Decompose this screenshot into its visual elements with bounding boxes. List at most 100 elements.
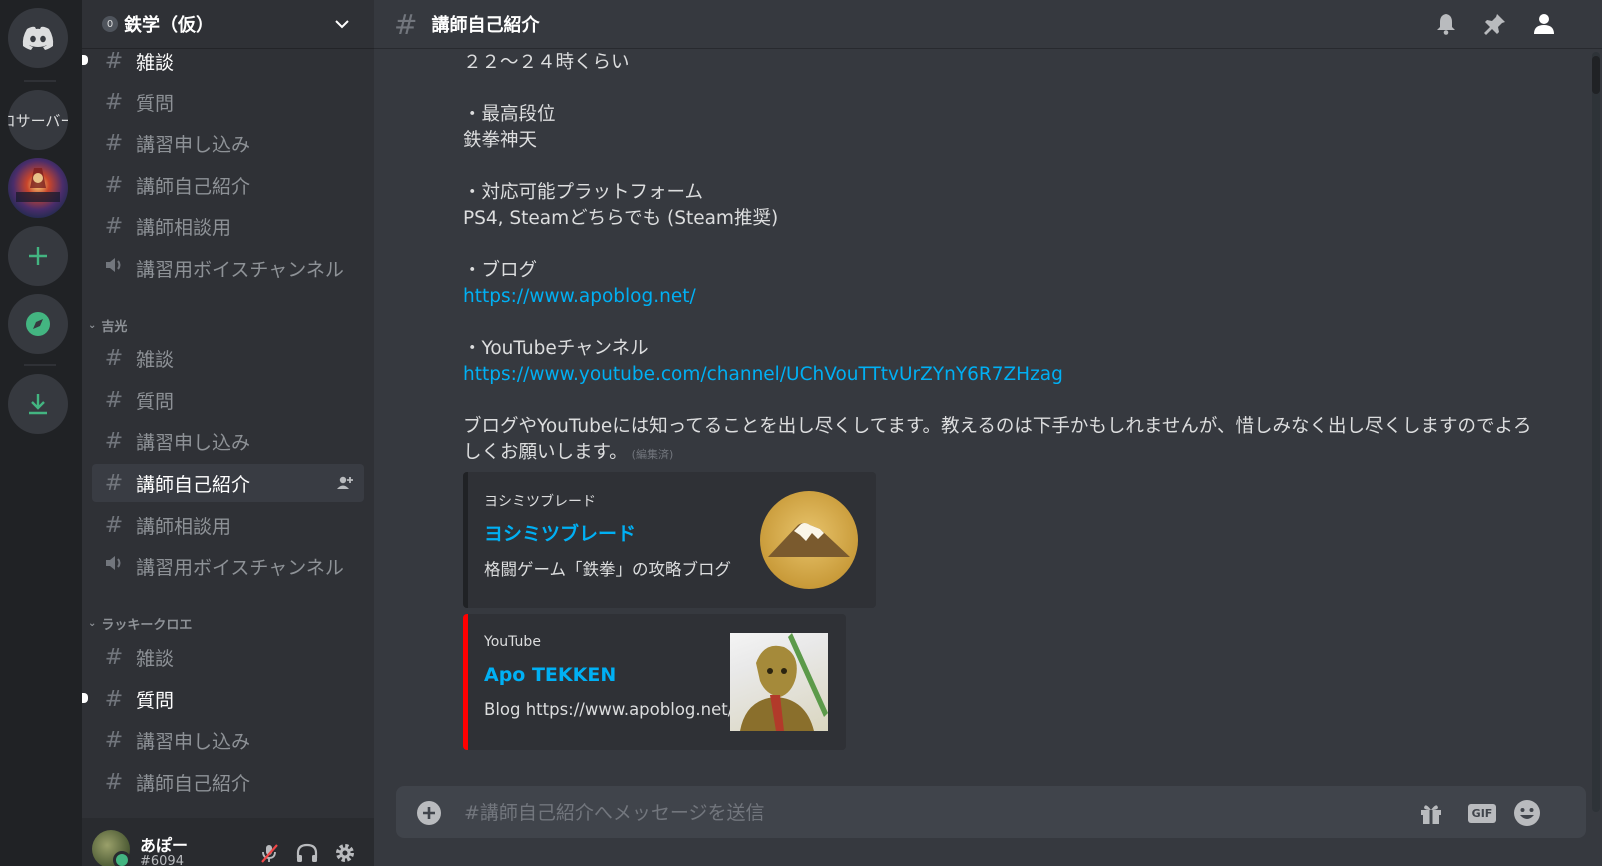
youtube-link[interactable]: https://www.youtube.com/channel/UChVouTT… <box>463 364 1063 385</box>
category-header[interactable]: ⌄ 吉光 <box>88 314 127 336</box>
online-status-dot <box>113 851 131 866</box>
channel-item[interactable]: # 講習申し込み <box>92 124 364 162</box>
add-member-icon[interactable] <box>336 474 354 492</box>
bell-icon <box>1437 14 1455 35</box>
channel-item[interactable]: # 雑談 <box>82 48 364 80</box>
embed-title[interactable]: Apo TEKKEN <box>484 664 616 686</box>
channel-label: 講師相談用 <box>136 216 232 239</box>
emoji-smile-icon <box>1514 800 1540 826</box>
channel-label: 講習用ボイスチャンネル <box>136 258 344 281</box>
download-apps-button[interactable] <box>8 374 68 434</box>
embed-title[interactable]: ヨシミツブレード <box>484 519 636 546</box>
download-icon <box>29 394 47 415</box>
channel-item[interactable]: # 雑談 <box>92 339 364 377</box>
server-icon-tekken[interactable] <box>8 158 68 218</box>
channel-title: 講師自己紹介 <box>431 15 540 36</box>
pin-icon <box>1484 14 1505 35</box>
hash-icon: # <box>104 345 124 371</box>
channel-item[interactable]: # 講師相談用 <box>92 506 364 544</box>
mute-button[interactable] <box>256 840 282 866</box>
message-line: 鉄拳神天 <box>463 130 538 151</box>
message-composer: GIF <box>396 786 1586 838</box>
link-embed-blog: ヨシミツブレード ヨシミツブレード 格闘ゲーム「鉄拳」の攻略ブログ <box>463 472 876 608</box>
channel-item[interactable]: # 雑談 <box>92 638 364 676</box>
server-icon-text[interactable]: ロサーバー <box>8 90 68 150</box>
member-list-button[interactable] <box>1530 10 1558 38</box>
discord-home-button[interactable] <box>8 8 68 68</box>
emoji-button[interactable] <box>1512 798 1542 828</box>
message-line: ２２～２４時くらい <box>463 52 630 73</box>
message-scrollbar-thumb[interactable] <box>1592 56 1600 94</box>
message-line: PS4, Steamどちらでも (Steam推奨) <box>463 208 779 229</box>
headphones-icon <box>296 843 318 862</box>
channel-item[interactable]: # 講習申し込み <box>92 422 364 460</box>
embed-thumbnail[interactable] <box>730 633 828 731</box>
explore-servers-button[interactable] <box>8 294 68 354</box>
message-line: ・YouTubeチャンネル <box>463 338 649 359</box>
gif-button[interactable]: GIF <box>1464 798 1500 828</box>
explore-compass-icon <box>26 312 50 336</box>
message-line: ・対応可能プラットフォーム <box>463 182 703 203</box>
message-content: ２２～２４時くらい ・最高段位 鉄拳神天 ・対応可能プラットフォーム PS4, … <box>463 50 1533 468</box>
notification-settings-button[interactable] <box>1432 10 1460 38</box>
gear-icon <box>336 844 354 862</box>
server-rail: ロサーバー <box>0 0 82 866</box>
hash-icon: # <box>104 130 124 156</box>
channel-label: 雑談 <box>136 51 175 74</box>
avatar[interactable] <box>92 830 131 866</box>
add-server-button[interactable] <box>8 226 68 286</box>
category-label: ラッキークロエ <box>101 617 193 633</box>
gif-icon: GIF <box>1467 803 1497 823</box>
hash-icon: # <box>104 89 124 115</box>
embed-provider[interactable]: YouTube <box>484 634 541 650</box>
server-name: 鉄学（仮） <box>124 15 214 36</box>
message-input[interactable] <box>462 798 1386 828</box>
embed-thumbnail[interactable] <box>760 491 858 589</box>
channel-sidebar: 0 鉄学（仮） # 雑談 # 質問 # 講習申し込み # 講師自己紹介 # 講師… <box>82 0 374 866</box>
upload-button[interactable] <box>416 800 442 830</box>
channel-item[interactable]: # 質問 <box>92 83 364 121</box>
members-icon <box>1534 14 1554 34</box>
channel-item[interactable]: # 講習申し込み <box>92 721 364 759</box>
user-settings-button[interactable] <box>332 840 358 866</box>
voice-channel-item[interactable]: 講習用ボイスチャンネル <box>92 547 364 585</box>
hash-icon: # <box>104 172 124 198</box>
chevron-down-icon[interactable] <box>330 12 354 36</box>
message-line: ・ブログ <box>463 260 538 281</box>
deafen-button[interactable] <box>294 840 320 866</box>
channel-label: 質問 <box>136 390 175 413</box>
plus-circle-icon <box>417 801 441 825</box>
edited-marker: (編集済) <box>631 448 674 461</box>
rail-separator <box>24 80 56 82</box>
channel-label: 講師自己紹介 <box>136 772 251 795</box>
hash-icon: # <box>104 428 124 454</box>
channel-label: 講師相談用 <box>136 515 232 538</box>
channel-item-active[interactable]: # 講師自己紹介 <box>92 464 364 502</box>
pinned-messages-button[interactable] <box>1481 10 1509 38</box>
channel-header: # 講師自己紹介 <box>374 0 1602 48</box>
gift-button[interactable] <box>1416 798 1446 828</box>
microphone-muted-icon <box>261 844 278 863</box>
channel-item[interactable]: # 講師相談用 <box>92 207 364 245</box>
channel-item[interactable]: # 講師自己紹介 <box>92 166 364 204</box>
hash-icon: # <box>104 387 124 413</box>
unread-indicator <box>82 693 88 703</box>
discord-home-icon <box>22 26 54 50</box>
channel-item[interactable]: # 講師自己紹介 <box>92 763 364 801</box>
blog-link[interactable]: https://www.apoblog.net/ <box>463 286 696 307</box>
channel-item[interactable]: # 質問 <box>82 680 364 718</box>
message-line: ・最高段位 <box>463 104 556 125</box>
message-area: ２２～２４時くらい ・最高段位 鉄拳神天 ・対応可能プラットフォーム PS4, … <box>374 48 1588 760</box>
embed-description: 格闘ゲーム「鉄拳」の攻略ブログ <box>484 560 732 579</box>
hash-lock-icon: # <box>104 512 124 538</box>
mount-fuji-image <box>768 523 850 557</box>
voice-channel-item[interactable]: 講習用ボイスチャンネル <box>92 249 364 287</box>
channel-item[interactable]: # 質問 <box>92 381 364 419</box>
hash-icon: # <box>104 769 124 795</box>
category-header[interactable]: ⌄ ラッキークロエ <box>88 612 192 634</box>
server-tekken-art <box>16 168 60 202</box>
server-header[interactable]: 0 鉄学（仮） <box>82 0 374 48</box>
message-line: ブログやYouTubeには知ってることを出し尽くしてます。教えるのは下手かもしれ… <box>463 416 1532 463</box>
message-scrollbar-track[interactable] <box>1592 52 1600 812</box>
embed-provider[interactable]: ヨシミツブレード <box>484 491 596 511</box>
